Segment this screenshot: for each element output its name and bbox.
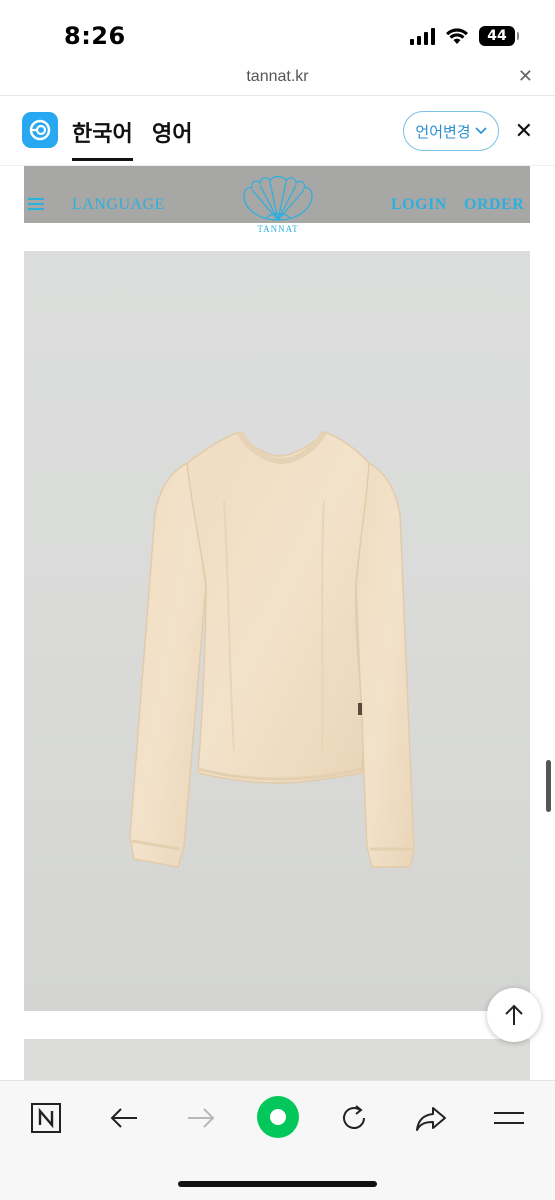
language-link[interactable]: LANGUAGE xyxy=(72,196,165,214)
translate-bar: 한국어 영어 언어변경 ✕ xyxy=(0,96,555,166)
product-image[interactable] xyxy=(24,251,530,1011)
shell-logo-icon xyxy=(243,175,313,221)
change-language-label: 언어변경 xyxy=(415,123,471,141)
sweater-image xyxy=(129,430,415,868)
share-icon xyxy=(416,1107,446,1131)
arrow-up-icon xyxy=(505,1004,523,1025)
url-domain[interactable]: tannat.kr xyxy=(0,68,555,86)
browser-toolbar xyxy=(0,1080,555,1200)
back-arrow-icon xyxy=(110,1108,137,1128)
status-bar: 8:26 44 xyxy=(0,0,555,62)
product-image-2[interactable] xyxy=(24,1039,530,1080)
order-link[interactable]: ORDER xyxy=(464,196,524,214)
reload-button[interactable] xyxy=(334,1098,374,1138)
forward-button[interactable] xyxy=(181,1098,221,1138)
scrollbar[interactable] xyxy=(546,760,551,812)
green-dot-button[interactable] xyxy=(256,1095,300,1139)
cellular-signal-icon xyxy=(410,27,435,45)
chevron-down-icon xyxy=(475,127,487,135)
menu-icon xyxy=(494,1112,524,1124)
battery-indicator: 44 xyxy=(479,26,519,46)
close-translate-icon[interactable]: ✕ xyxy=(515,118,533,144)
forward-arrow-icon xyxy=(188,1108,215,1128)
share-button[interactable] xyxy=(411,1098,451,1138)
back-button[interactable] xyxy=(104,1098,144,1138)
url-bar[interactable]: tannat.kr ✕ xyxy=(0,62,555,96)
change-language-button[interactable]: 언어변경 xyxy=(403,111,499,151)
site-header: LANGUAGE TANNAT LOGIN ORDER xyxy=(24,166,530,234)
papago-icon[interactable] xyxy=(22,112,58,148)
tab-source-language[interactable]: 한국어 xyxy=(72,116,133,161)
naver-home-button[interactable] xyxy=(26,1098,66,1138)
close-icon[interactable]: ✕ xyxy=(518,66,533,87)
scroll-to-top-button[interactable] xyxy=(487,988,541,1042)
status-time: 8:26 xyxy=(64,22,126,50)
menu-button[interactable] xyxy=(489,1098,529,1138)
naver-icon xyxy=(31,1103,61,1133)
login-link[interactable]: LOGIN xyxy=(391,196,447,214)
home-indicator[interactable] xyxy=(178,1181,377,1187)
green-dot-icon xyxy=(257,1096,299,1138)
web-page: LANGUAGE TANNAT LOGIN ORDER xyxy=(0,166,555,1080)
status-icons: 44 xyxy=(410,26,519,46)
wifi-icon xyxy=(446,28,468,44)
hamburger-icon[interactable] xyxy=(28,198,44,210)
tannat-logo[interactable]: TANNAT xyxy=(238,175,318,236)
reload-icon xyxy=(343,1105,365,1129)
tab-target-language[interactable]: 영어 xyxy=(152,116,192,148)
logo-text: TANNAT xyxy=(257,224,299,234)
